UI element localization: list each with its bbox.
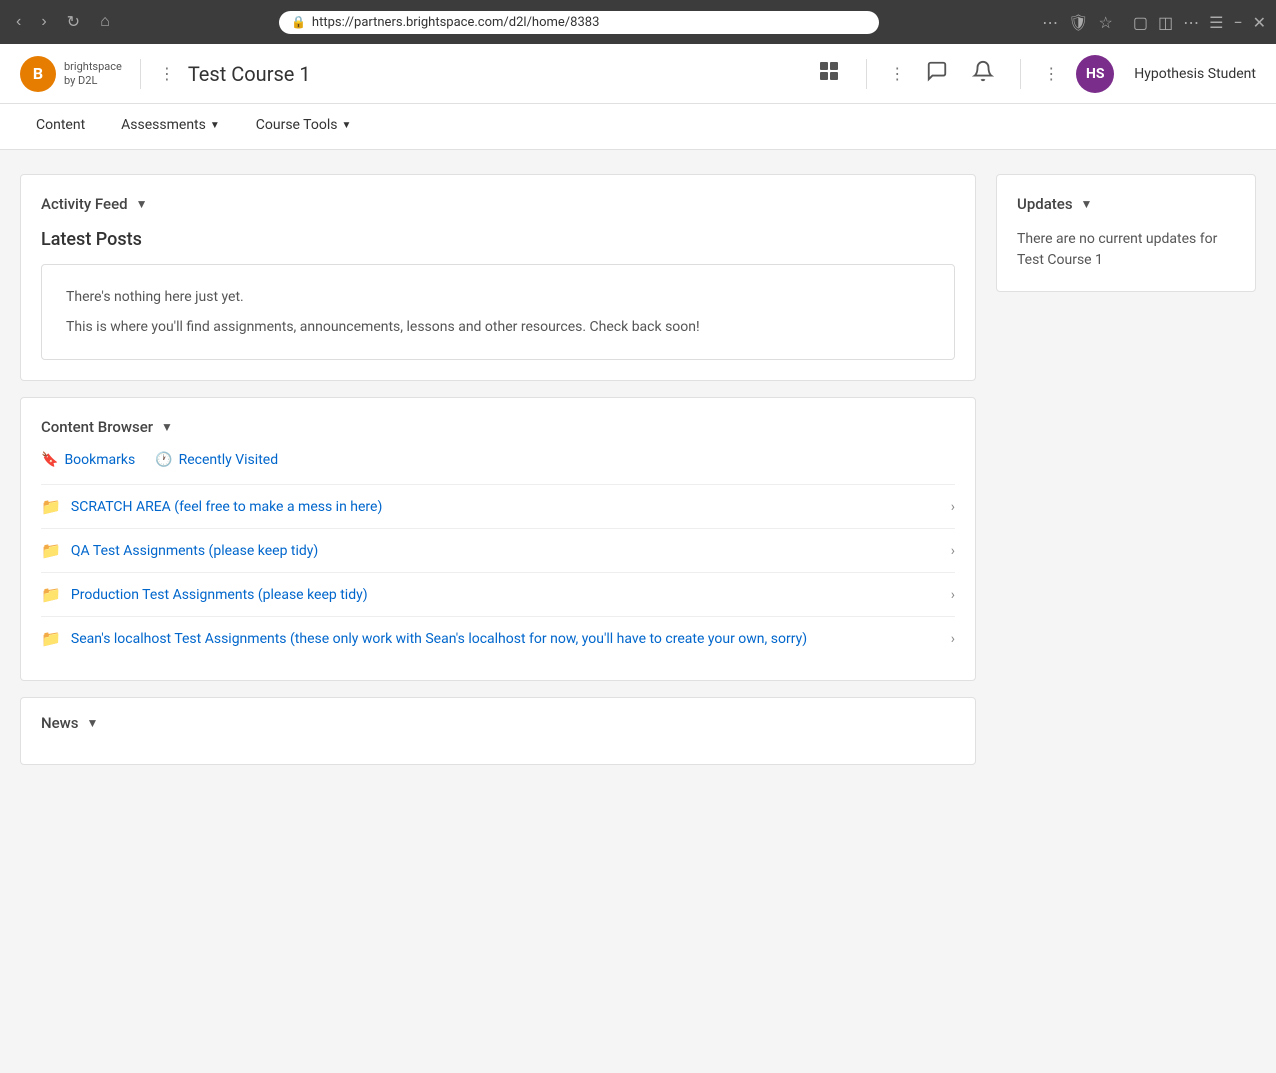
activity-feed-chevron-icon[interactable]: ▼: [136, 197, 148, 211]
recently-visited-tab[interactable]: 🕐 Recently Visited: [155, 452, 278, 468]
folder-icon: 📁: [41, 585, 61, 604]
page-wrapper: B brightspaceby D2L ⋮ Test Course 1 ⋮: [0, 44, 1276, 1073]
lock-icon: 🔒: [291, 15, 306, 29]
minimize-button[interactable]: −: [1233, 13, 1242, 32]
header-dots-mid[interactable]: ⋮: [889, 64, 906, 83]
course-title: Test Course 1: [188, 62, 802, 86]
updates-text: There are no current updates for Test Co…: [1017, 229, 1235, 271]
updates-header: Updates ▼: [1017, 195, 1235, 213]
list-item[interactable]: 📁 QA Test Assignments (please keep tidy)…: [41, 528, 955, 572]
nav-bar: Content Assessments ▼ Course Tools ▼: [0, 104, 1276, 150]
item-chevron-icon: ›: [951, 587, 955, 603]
header-icons: ⋮ ⋮ HS Hypothesis Student: [814, 55, 1256, 93]
logo-text: brightspaceby D2L: [64, 60, 122, 86]
browser-right-icons: ⋯ 🛡 ☆ ▢ ◫ ⋯ ☰ − ✕: [1042, 13, 1266, 32]
item-chevron-icon: ›: [951, 631, 955, 647]
menu-dots[interactable]: ⋯: [1183, 13, 1199, 32]
home-button[interactable]: ⌂: [94, 9, 116, 35]
left-column: Activity Feed ▼ Latest Posts There's not…: [20, 174, 976, 765]
news-card-header: News ▼: [41, 714, 955, 732]
header-dots-left[interactable]: ⋮: [159, 64, 176, 83]
list-item[interactable]: 📁 Sean's localhost Test Assignments (the…: [41, 616, 955, 660]
item-chevron-icon: ›: [951, 499, 955, 515]
library-icon: ◫: [1158, 13, 1173, 32]
content-browser-header: Content Browser ▼: [41, 418, 955, 436]
app-header: B brightspaceby D2L ⋮ Test Course 1 ⋮: [0, 44, 1276, 104]
logo-icon: B: [20, 56, 56, 92]
header-divider-2: [866, 59, 867, 89]
bell-button[interactable]: [968, 56, 998, 92]
course-tools-chevron-icon: ▼: [341, 120, 351, 131]
empty-line2: This is where you'll find assignments, a…: [66, 319, 930, 335]
user-name: Hypothesis Student: [1134, 66, 1256, 82]
news-title: News: [41, 714, 79, 732]
url-text: https://partners.brightspace.com/d2l/hom…: [312, 15, 599, 30]
news-card: News ▼: [20, 697, 976, 765]
recently-visited-icon: 🕐: [155, 452, 172, 468]
assessments-chevron-icon: ▼: [210, 120, 220, 131]
browser-dots[interactable]: ⋯: [1042, 13, 1058, 32]
folder-icon: 📁: [41, 497, 61, 516]
star-icon[interactable]: ☆: [1098, 13, 1112, 32]
forward-button[interactable]: ›: [35, 9, 52, 35]
item-chevron-icon: ›: [951, 543, 955, 559]
bookmarks-tab[interactable]: 🔖 Bookmarks: [41, 452, 135, 468]
right-column: Updates ▼ There are no current updates f…: [996, 174, 1256, 765]
cast-icon: ▢: [1133, 13, 1148, 32]
list-item[interactable]: 📁 SCRATCH AREA (feel free to make a mess…: [41, 484, 955, 528]
user-avatar[interactable]: HS: [1076, 55, 1114, 93]
folder-icon: 📁: [41, 541, 61, 560]
nav-course-tools[interactable]: Course Tools ▼: [240, 105, 368, 148]
updates-card: Updates ▼ There are no current updates f…: [996, 174, 1256, 292]
latest-posts-title: Latest Posts: [41, 229, 955, 250]
bookmark-icon: 🔖: [41, 452, 58, 468]
content-browser-chevron-icon[interactable]: ▼: [161, 420, 173, 434]
header-divider-3: [1020, 59, 1021, 89]
chat-button[interactable]: [922, 56, 952, 92]
grid-button[interactable]: [814, 56, 844, 92]
main-content: Activity Feed ▼ Latest Posts There's not…: [0, 150, 1276, 789]
activity-feed-card: Activity Feed ▼ Latest Posts There's not…: [20, 174, 976, 381]
hamburger-icon[interactable]: ☰: [1209, 13, 1223, 32]
content-browser-card: Content Browser ▼ 🔖 Bookmarks 🕐 Recently…: [20, 397, 976, 681]
empty-line1: There's nothing here just yet.: [66, 289, 930, 305]
browser-tabs: 🔖 Bookmarks 🕐 Recently Visited: [41, 452, 955, 468]
logo-area: B brightspaceby D2L: [20, 56, 122, 92]
header-divider-1: [140, 59, 141, 89]
activity-feed-title: Activity Feed: [41, 195, 128, 213]
browser-chrome: ‹ › ↻ ⌂ 🔒 https://partners.brightspace.c…: [0, 0, 1276, 44]
refresh-button[interactable]: ↻: [61, 8, 86, 36]
empty-posts-box: There's nothing here just yet. This is w…: [41, 264, 955, 360]
shield-icon: 🛡: [1068, 13, 1088, 32]
nav-content[interactable]: Content: [20, 105, 101, 148]
header-dots-right[interactable]: ⋮: [1043, 64, 1060, 83]
address-bar[interactable]: 🔒 https://partners.brightspace.com/d2l/h…: [279, 11, 879, 34]
folder-icon: 📁: [41, 629, 61, 648]
list-item[interactable]: 📁 Production Test Assignments (please ke…: [41, 572, 955, 616]
nav-assessments[interactable]: Assessments ▼: [105, 105, 236, 148]
content-list: 📁 SCRATCH AREA (feel free to make a mess…: [41, 484, 955, 660]
back-button[interactable]: ‹: [10, 9, 27, 35]
activity-feed-header: Activity Feed ▼: [41, 195, 955, 213]
content-browser-title: Content Browser: [41, 418, 153, 436]
updates-title: Updates: [1017, 195, 1073, 213]
news-chevron-icon[interactable]: ▼: [87, 716, 99, 730]
updates-chevron-icon[interactable]: ▼: [1081, 197, 1093, 211]
close-button[interactable]: ✕: [1253, 13, 1266, 32]
